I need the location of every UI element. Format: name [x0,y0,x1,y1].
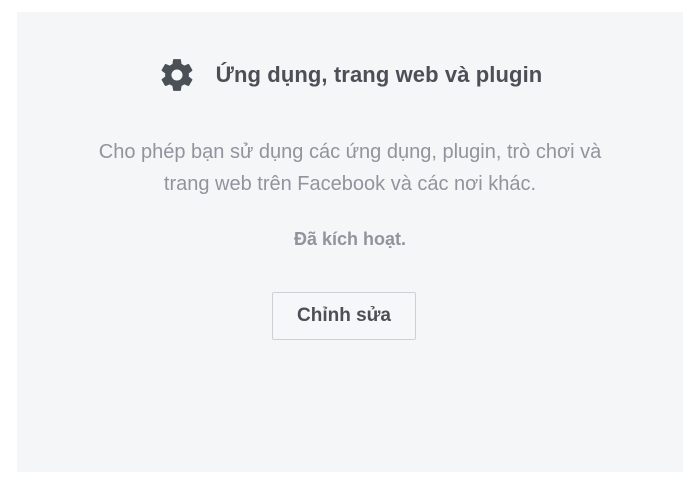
description-line: Cho phép bạn sử dụng các ứng dụng, plugi… [98,141,602,163]
edit-button[interactable]: Chỉnh sửa [272,292,416,340]
section-description: Cho phép bạn sử dụng các ứng dụng, plugi… [17,136,683,200]
section-title: Ứng dụng, trang web và plugin [215,62,543,87]
description-line: trang web trên Facebook và các nơi khác. [163,173,537,195]
gear-icon [158,56,196,94]
section-header: Ứng dụng, trang web và plugin [17,56,683,94]
apps-websites-plugins-panel: Ứng dụng, trang web và plugin Cho phép b… [17,12,683,472]
status-text: Đã kích hoạt. [293,229,407,249]
